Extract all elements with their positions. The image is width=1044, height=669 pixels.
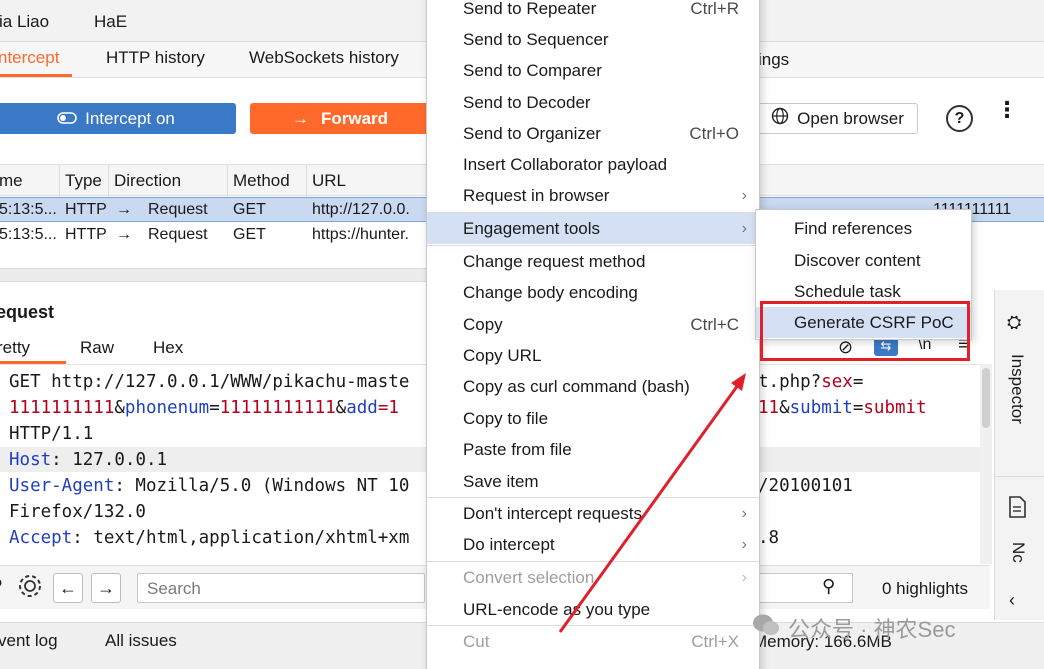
help-icon[interactable]: ? [946,105,973,132]
menu-item-copy-to-file[interactable]: Copy to file [427,403,759,434]
menu-item-copy[interactable]: Copy Ctrl+C [427,309,759,340]
active-tab-indicator [0,74,72,77]
open-browser-button[interactable]: Open browser [757,103,918,134]
menu-item-send-to-repeater[interactable]: Send to Repeater Ctrl+R [427,0,759,24]
header-host: Host: 127.0.0.1 [9,450,168,470]
menu-item-copy-as-curl[interactable]: Copy as curl command (bash) [427,371,759,402]
chevron-left-icon[interactable]: ‹ [1009,590,1015,611]
menu-item-engagement-tools[interactable]: Engagement tools › [427,213,759,244]
menu-item-do-intercept[interactable]: Do intercept › [427,529,759,560]
request-line: GET http://127.0.0.1/WWW/pikachu-maste [9,372,410,392]
watermark-text: 公众号 · 神农Sec [788,617,956,642]
menu-item-send-to-comparer[interactable]: Send to Comparer [427,55,759,86]
col-type[interactable]: Type [65,171,102,191]
pane-divider[interactable] [0,268,430,282]
annotation-highlight-box [760,301,970,361]
arrow-right-icon: → [116,201,132,218]
right-sidebar: ⛭ Inspector Nc ‹ [994,290,1044,620]
menu-item-paste-from-file[interactable]: Paste from file [427,434,759,465]
wechat-icon [752,613,780,643]
notes-tab[interactable]: Nc [1008,542,1028,563]
tab-raw[interactable]: Raw [80,338,114,358]
tab-intercept[interactable]: ntercept [0,48,59,68]
user-name: ia Liao [0,12,50,31]
more-options-icon[interactable]: ⋮ [996,99,1018,121]
context-menu: Send to Repeater Ctrl+R Send to Sequencer… [426,0,760,669]
globe-icon [771,107,789,130]
col-time[interactable]: me [0,171,23,191]
menu-item-convert-selection: Convert selection › [463,567,747,587]
tab-http-history[interactable]: HTTP history [106,48,205,68]
gear-icon[interactable] [16,572,44,605]
inspector-icon[interactable]: ⛭ [1007,312,1021,333]
tab-websockets-history[interactable]: WebSockets history [249,48,399,68]
tab-hae[interactable]: HaE [94,12,127,32]
menu-item-change-body-encoding[interactable]: Change body encoding [427,277,759,308]
menu-item-send-to-sequencer[interactable]: Send to Sequencer [427,24,759,55]
menu-item-copy-url[interactable]: Copy URL [427,340,759,371]
submenu-item-find-references[interactable]: Find references [756,213,971,244]
menu-item-dont-intercept[interactable]: Don't intercept requests › [427,498,759,529]
notes-icon[interactable] [1007,496,1027,523]
submenu-item-discover-content[interactable]: Discover content [756,245,971,276]
all-issues-tab[interactable]: All issues [105,631,177,651]
intercept-toggle-button[interactable]: Intercept on [0,103,236,134]
editor-scrollbar[interactable] [980,364,992,564]
open-browser-label: Open browser [797,108,904,128]
next-match-button[interactable]: → [91,573,121,603]
intercept-label: Intercept on [85,108,175,128]
chevron-right-icon: › [741,504,747,522]
menu-item-request-in-browser[interactable]: Request in browser › [427,180,759,211]
event-log-tab[interactable]: vent log [0,631,58,651]
toggle-icon [57,109,77,129]
query-line: 1111111111&phonenum=11111111111&add=1 [9,398,399,418]
header-user-agent: User-Agent: Mozilla/5.0 (Windows NT 10 [9,476,410,496]
chevron-right-icon: › [741,568,747,586]
menu-item-insert-collaborator[interactable]: Insert Collaborator payload [427,149,759,180]
menu-item-send-to-organizer[interactable]: Send to Organizer Ctrl+O [427,118,759,149]
watermark: 公众号 · 神农Sec [752,612,955,644]
search-icon: ⚲ [822,576,836,596]
menu-item-save-item[interactable]: Save item [427,466,759,497]
chevron-right-icon: › [741,535,747,553]
tab-pretty[interactable]: retty [0,338,30,358]
previous-match-button[interactable]: ← [53,573,83,603]
help-circle-icon[interactable]: ? [0,574,2,600]
request-pane-title: equest [0,302,55,322]
arrow-right-icon: → [291,108,309,128]
col-url[interactable]: URL [312,171,346,191]
menu-item-send-to-decoder[interactable]: Send to Decoder [427,87,759,118]
menu-item-cut: Cut Ctrl+X [463,631,739,651]
chevron-right-icon: › [741,219,747,237]
col-method[interactable]: Method [233,171,290,191]
search-input-right[interactable] [758,573,853,603]
tab-hex[interactable]: Hex [153,338,183,358]
highlights-count: 0 highlights [882,579,969,598]
chevron-right-icon: › [741,186,747,204]
menu-item-url-encode[interactable]: URL-encode as you type [427,594,759,625]
header-accept: Accept: text/html,application/xhtml+xm [9,528,410,548]
forward-label: Forward [320,108,389,128]
arrow-right-icon: → [116,226,132,243]
col-direction[interactable]: Direction [114,171,181,191]
request-view-tabs: retty Raw Hex [0,336,430,364]
menu-item-change-request-method[interactable]: Change request method [427,246,759,277]
inspector-tab[interactable]: Inspector [1007,354,1027,424]
forward-button[interactable]: → Forward [250,103,430,134]
search-input[interactable]: Search [137,573,425,603]
tab-proxy-settings[interactable]: ings [758,50,789,70]
